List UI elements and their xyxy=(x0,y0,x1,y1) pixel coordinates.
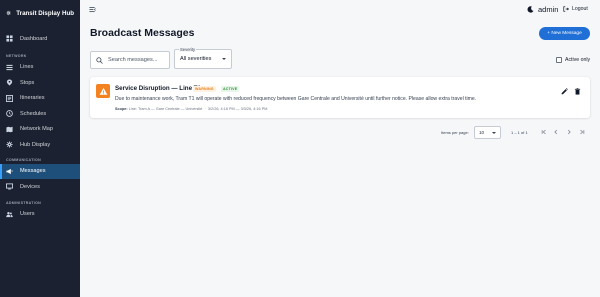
sidebar-item-label: Devices xyxy=(20,183,40,190)
sidebar-item-label: Itineraries xyxy=(20,95,45,102)
route-icon xyxy=(6,94,13,102)
clock-icon xyxy=(6,110,13,118)
list-icon xyxy=(6,64,13,71)
chevron-down-icon xyxy=(492,132,496,134)
hub-icon xyxy=(6,141,13,148)
active-only-toggle[interactable]: Active only xyxy=(556,57,590,63)
sidebar-item-messages[interactable]: Messages xyxy=(0,163,80,179)
section-administration: ADMINISTRATION xyxy=(6,200,42,205)
severity-badge: WARNING xyxy=(193,85,216,92)
sidebar-item-label: Hub Display xyxy=(20,141,51,148)
sidebar-item-devices[interactable]: Devices xyxy=(0,179,80,195)
warning-icon xyxy=(96,84,110,98)
status-badge: ACTIVE xyxy=(221,85,240,92)
grid-icon xyxy=(6,35,13,42)
next-page-button[interactable] xyxy=(565,128,573,136)
new-message-button[interactable]: + New Message xyxy=(539,27,590,40)
sidebar-item-label: Lines xyxy=(20,64,34,71)
search-input[interactable] xyxy=(108,57,163,63)
sidebar-item-hub-display[interactable]: Hub Display xyxy=(0,137,80,153)
search-icon xyxy=(96,56,103,64)
first-page-icon xyxy=(541,129,546,135)
sidebar-item-schedules[interactable]: Schedules xyxy=(0,106,80,122)
active-only-checkbox[interactable] xyxy=(556,57,562,63)
sidebar-item-label: Messages xyxy=(20,168,46,175)
edit-icon[interactable] xyxy=(561,88,568,95)
message-card[interactable]: Service Disruption — Line T1 WARNING ACT… xyxy=(90,77,590,118)
topbar xyxy=(80,0,600,20)
chevron-down-icon xyxy=(222,58,226,60)
sidebar-item-label: Network Map xyxy=(20,126,53,133)
logout-label: Logout xyxy=(572,6,588,12)
last-page-icon xyxy=(580,129,585,135)
menu-toggle-icon[interactable] xyxy=(89,6,96,13)
map-icon xyxy=(6,126,13,133)
chevron-right-icon xyxy=(568,129,571,135)
logout-icon xyxy=(563,6,569,12)
first-page-button[interactable] xyxy=(540,128,548,136)
last-page-button[interactable] xyxy=(578,128,586,136)
scope-value: Line: Tram A — Gare Centrale — Universit… xyxy=(128,107,203,111)
sidebar-item-itineraries[interactable]: Itineraries xyxy=(0,91,80,107)
sidebar-item-lines[interactable]: Lines xyxy=(0,60,80,76)
date-range: 3/2/26, 4:16 PM — 3/3/26, 4:16 PM xyxy=(207,107,268,111)
theme-toggle-icon[interactable] xyxy=(527,6,534,13)
prev-page-button[interactable] xyxy=(552,128,560,136)
new-message-label: + New Message xyxy=(547,31,582,36)
sidebar-item-label: Users xyxy=(20,211,35,218)
sidebar-item-label: Schedules xyxy=(20,110,47,117)
pagination-range: 1 – 1 of 1 xyxy=(511,130,528,135)
sidebar: Transit Display Hub Dashboard NETWORK Li… xyxy=(0,0,80,297)
sidebar-item-users[interactable]: Users xyxy=(0,207,80,223)
items-per-page-value: 10 xyxy=(479,130,485,135)
message-meta: Scope: Line: Tram A — Gare Centrale — Un… xyxy=(115,107,268,111)
pin-icon xyxy=(6,79,13,86)
sidebar-item-label: Stops xyxy=(20,79,35,86)
active-only-label: Active only xyxy=(565,57,591,63)
sidebar-item-dashboard[interactable]: Dashboard xyxy=(0,31,80,47)
search-field[interactable] xyxy=(90,51,170,69)
chevron-left-icon xyxy=(554,129,557,135)
section-communication: COMMUNICATION xyxy=(6,157,41,162)
sidebar-item-stops[interactable]: Stops xyxy=(0,75,80,91)
severity-label: Severity xyxy=(179,47,197,52)
severity-select[interactable]: Severity All severities xyxy=(174,47,232,69)
users-icon xyxy=(6,211,13,218)
items-per-page-select[interactable]: 10 xyxy=(474,126,501,139)
current-user[interactable]: admin xyxy=(538,5,558,14)
page-title: Broadcast Messages xyxy=(90,27,195,39)
monitor-icon xyxy=(6,183,13,190)
logo-icon xyxy=(6,10,11,16)
section-network: NETWORK xyxy=(6,53,27,58)
message-body: Due to maintenance work, Tram T1 will op… xyxy=(115,95,477,102)
scope-label: Scope: xyxy=(115,107,128,111)
sidebar-item-network-map[interactable]: Network Map xyxy=(0,122,80,138)
brand[interactable]: Transit Display Hub xyxy=(0,0,80,26)
logout-button[interactable]: Logout xyxy=(563,6,588,12)
message-title: Service Disruption — Line T1 xyxy=(115,85,201,92)
severity-value: All severities xyxy=(180,56,212,62)
items-per-page-label: Items per page: xyxy=(441,130,469,135)
sidebar-item-label: Dashboard xyxy=(20,35,48,42)
megaphone-icon xyxy=(6,168,13,175)
delete-icon[interactable] xyxy=(574,88,581,95)
app-name: Transit Display Hub xyxy=(16,9,74,17)
